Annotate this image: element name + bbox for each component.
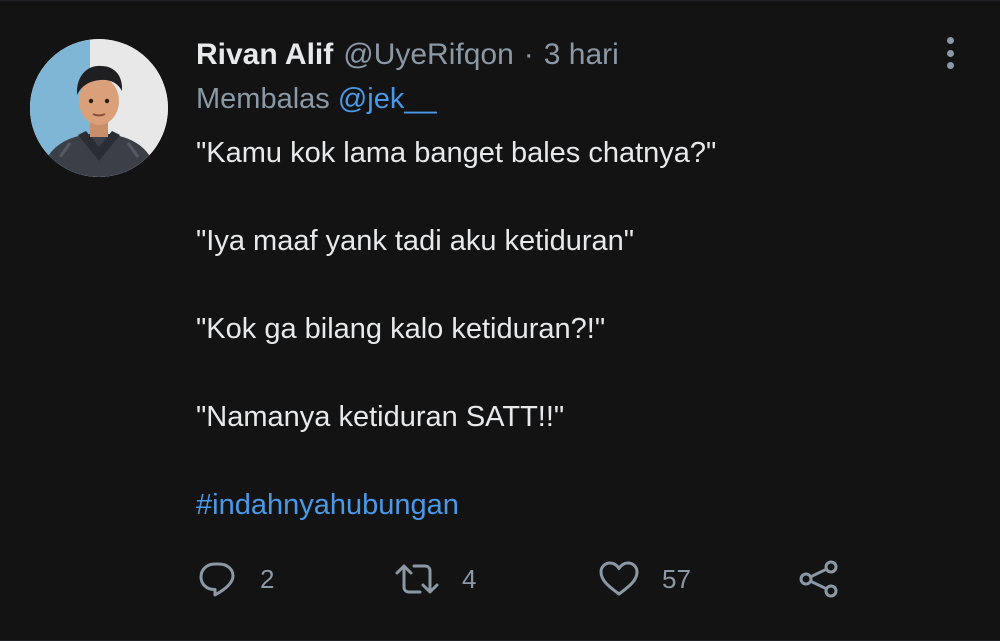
- more-vertical-icon-dot: [946, 62, 954, 69]
- retweet-count: 4: [462, 563, 477, 594]
- author-name[interactable]: Rivan Alif: [196, 38, 333, 72]
- reply-label: Membalas: [196, 83, 330, 115]
- more-vertical-icon: [946, 37, 954, 44]
- author-handle[interactable]: @UyeRifqon: [343, 38, 514, 72]
- reply-mention-link[interactable]: @jek__: [338, 83, 437, 115]
- share-button[interactable]: [798, 557, 840, 601]
- hashtag-link[interactable]: #indahnyahubungan: [196, 483, 936, 527]
- like-count: 57: [662, 563, 691, 594]
- more-options-button[interactable]: [938, 35, 962, 71]
- like-button[interactable]: 57: [598, 557, 691, 601]
- reply-count: 2: [260, 563, 275, 594]
- reply-bubble-icon: [199, 562, 235, 597]
- tweet-text: "Kamu kok lama banget bales chatnya?" "I…: [196, 131, 936, 527]
- tweet-card[interactable]: Rivan Alif @UyeRifqon · 3 hari Membalas …: [0, 0, 1000, 641]
- retweet-icon: [395, 564, 439, 594]
- heart-icon: [599, 561, 639, 596]
- tweet-line: "Iya maaf yank tadi aku ketiduran": [196, 225, 635, 257]
- tweet-header: Rivan Alif @UyeRifqon · 3 hari: [196, 35, 619, 75]
- avatar-illustration: [30, 39, 168, 177]
- retweet-button[interactable]: 4: [394, 557, 476, 601]
- avatar[interactable]: [30, 39, 168, 177]
- reply-button[interactable]: 2: [198, 557, 274, 601]
- share-icon: [799, 560, 838, 598]
- timestamp[interactable]: 3 hari: [544, 38, 619, 72]
- tweet-line: "Namanya ketiduran SATT!!": [196, 401, 565, 433]
- tweet-line: "Kamu kok lama banget bales chatnya?": [196, 137, 717, 169]
- reply-context: Membalas @jek__: [196, 83, 437, 116]
- action-bar: 2 4 57: [198, 557, 858, 601]
- header-separator: ·: [523, 38, 534, 71]
- tweet-line: "Kok ga bilang kalo ketiduran?!": [196, 313, 606, 345]
- more-vertical-icon-dot: [946, 49, 954, 57]
